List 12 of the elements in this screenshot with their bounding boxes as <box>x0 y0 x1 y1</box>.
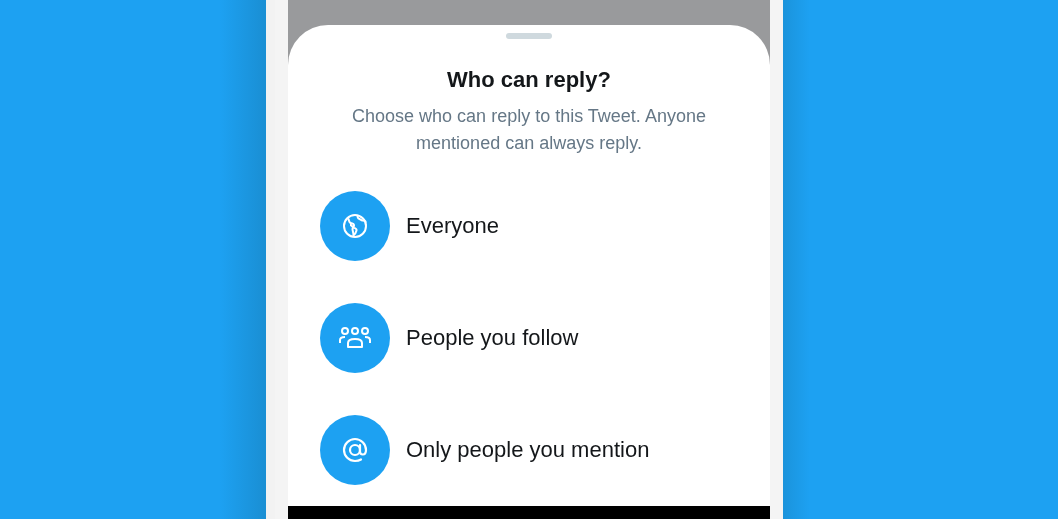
reply-option[interactable]: Everyone <box>320 191 770 261</box>
reply-option[interactable]: People you follow <box>320 303 770 373</box>
option-label: People you follow <box>406 325 579 351</box>
at-sign-icon <box>341 436 369 464</box>
people-icon <box>338 325 372 351</box>
sheet-title: Who can reply? <box>447 67 611 93</box>
option-label: Everyone <box>406 213 499 239</box>
sheet-description: Choose who can reply to this Tweet. Anyone mentioned can always reply. <box>351 105 707 155</box>
globe-icon <box>341 212 369 240</box>
drag-handle[interactable] <box>506 33 552 39</box>
reply-option[interactable]: Only people you mention <box>320 415 770 485</box>
option-label: Only people you mention <box>406 437 650 463</box>
